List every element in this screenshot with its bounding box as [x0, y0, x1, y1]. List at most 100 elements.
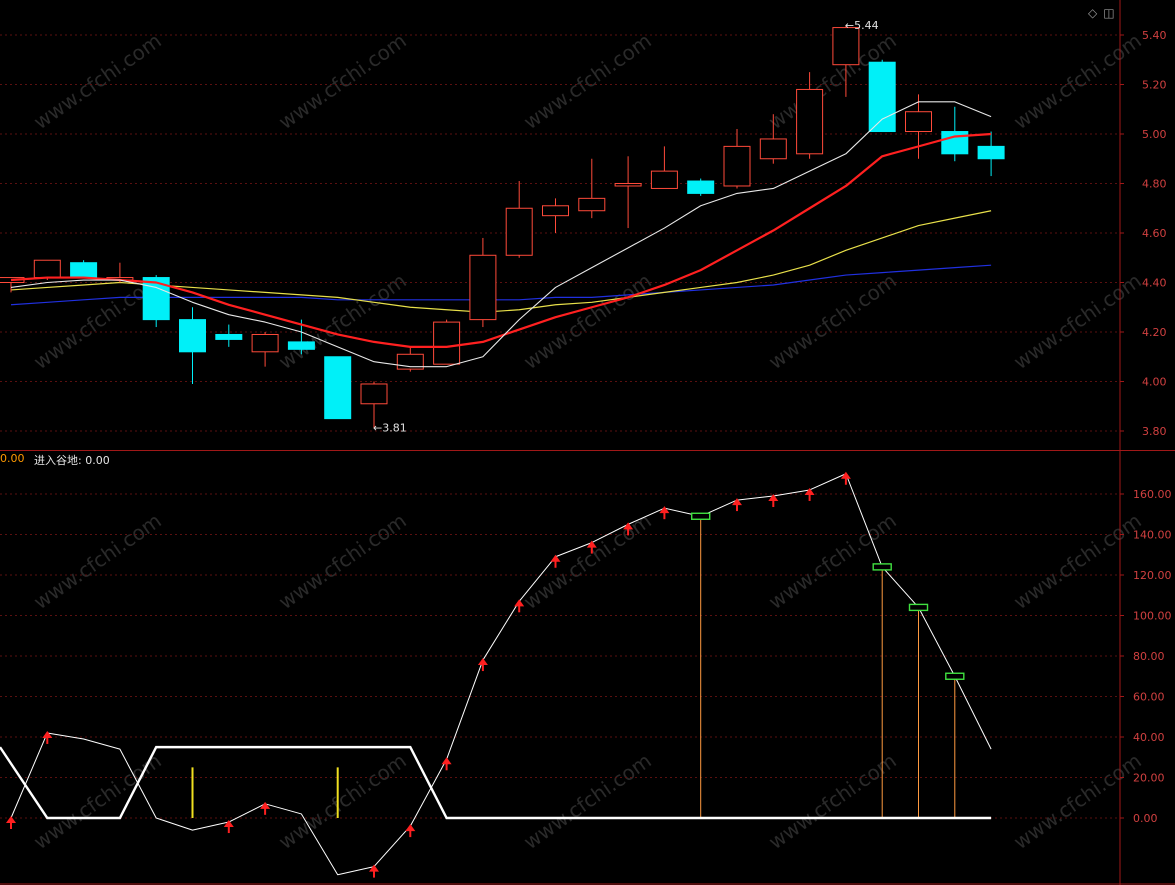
- indicator-tick-label: 60.00: [1133, 691, 1165, 704]
- candle-body-up: [360, 383, 388, 405]
- candle-body-up: [614, 183, 642, 187]
- watermark-text: www.cfchi.com: [29, 508, 166, 614]
- candle-body-up: [433, 321, 461, 365]
- signal-box: [872, 563, 892, 571]
- candle-body-up: [650, 170, 678, 189]
- watermark-text: www.cfchi.com: [1009, 748, 1146, 854]
- indicator-tick-label: 160.00: [1133, 488, 1172, 501]
- watermark-text: www.cfchi.com: [274, 28, 411, 134]
- watermark-text: www.cfchi.com: [519, 508, 656, 614]
- watermark-text: www.cfchi.com: [519, 268, 656, 374]
- watermark-text: www.cfchi.com: [29, 28, 166, 134]
- candle: [977, 131, 1005, 177]
- candle-body-up: [832, 27, 860, 66]
- diamond-icon[interactable]: ◇: [1088, 6, 1097, 20]
- chart-frame: [0, 0, 1175, 885]
- watermark-text: www.cfchi.com: [274, 748, 411, 854]
- candle-body-down: [687, 180, 715, 194]
- candle-body-down: [287, 341, 315, 350]
- indicator-name-label: 进入谷地: 0.00: [34, 454, 110, 467]
- up-arrow-head: [441, 757, 452, 765]
- signal-box: [945, 672, 965, 680]
- candle: [215, 324, 243, 347]
- candle-body-up: [505, 207, 533, 256]
- indicator-main-line: [10, 473, 992, 876]
- price-tick-label: 4.00: [1142, 376, 1167, 389]
- signal-box: [908, 603, 929, 612]
- watermark-text: www.cfchi.com: [274, 508, 411, 614]
- up-arrow-icon: [6, 816, 16, 829]
- up-arrow-icon: [804, 487, 815, 501]
- candle: [396, 346, 424, 372]
- candle-body-up: [759, 138, 787, 160]
- indicator-tick-label: 40.00: [1133, 731, 1165, 744]
- candle: [469, 237, 497, 328]
- watermark-text: www.cfchi.com: [1009, 28, 1146, 134]
- candle-body-down: [215, 333, 243, 340]
- price-tick-label: 5.20: [1142, 79, 1167, 92]
- up-arrow-icon: [369, 864, 379, 878]
- price-tick-label: 4.40: [1142, 277, 1167, 290]
- price-tick-label: 3.80: [1142, 425, 1167, 438]
- up-arrow-head: [405, 824, 416, 832]
- settings-square-icon[interactable]: ◫: [1103, 6, 1114, 20]
- candle-body-down: [179, 319, 206, 353]
- signal-box: [691, 512, 711, 520]
- indicator-tick-label: 20.00: [1133, 772, 1165, 785]
- candle: [251, 332, 279, 367]
- up-arrow-head: [223, 820, 234, 828]
- indicator-tick-label: 80.00: [1133, 650, 1165, 663]
- corner-controls: ◇ ◫: [1088, 6, 1121, 20]
- candle: [687, 178, 715, 196]
- up-arrow-icon: [659, 506, 670, 520]
- up-arrow-icon: [441, 757, 452, 771]
- candle: [542, 198, 569, 233]
- candle: [505, 181, 533, 258]
- candle-body-up: [723, 145, 751, 187]
- candle: [578, 158, 606, 219]
- candle-body-up: [905, 111, 932, 133]
- candle-body-down: [70, 262, 98, 279]
- watermark-text: www.cfchi.com: [519, 28, 656, 134]
- indicator-tick-label: 100.00: [1133, 610, 1172, 623]
- indicator-prefix-value: 0.00: [0, 452, 25, 465]
- candle-body-up: [33, 259, 61, 279]
- candle-body-down: [977, 145, 1005, 160]
- up-arrow-head: [42, 730, 53, 738]
- price-tick-label: 5.40: [1142, 29, 1167, 42]
- price-annotation: ←5.44: [845, 19, 879, 32]
- watermark-text: www.cfchi.com: [764, 268, 901, 374]
- price-tick-label: 4.20: [1142, 326, 1167, 339]
- candle-body-up: [469, 254, 497, 321]
- up-arrow-icon: [405, 824, 416, 838]
- indicator-tick-label: 140.00: [1133, 529, 1172, 542]
- candle-body-up: [251, 333, 279, 353]
- candle: [433, 319, 461, 365]
- candle-body-down: [324, 356, 352, 420]
- up-arrow-head: [369, 864, 379, 872]
- candle: [614, 156, 642, 229]
- candle: [723, 129, 751, 189]
- candle-body-down: [868, 61, 896, 133]
- price-annotation: ←3.81: [373, 422, 407, 435]
- candle-body-up: [542, 205, 569, 217]
- candle: [70, 260, 98, 279]
- candle: [941, 106, 969, 162]
- watermark-text: www.cfchi.com: [29, 748, 166, 854]
- watermark-text: www.cfchi.com: [764, 748, 901, 854]
- chart-canvas: www.cfchi.com www.cfchi.com www.cfchi.com w…: [0, 0, 1175, 885]
- up-arrow-head: [6, 816, 16, 823]
- candle: [179, 307, 206, 384]
- up-arrow-head: [477, 658, 488, 666]
- watermark-text: www.cfchi.com: [519, 748, 656, 854]
- candle: [650, 146, 678, 189]
- watermark-text: www.cfchi.com: [1009, 508, 1146, 614]
- price-tick-label: 4.80: [1142, 178, 1167, 191]
- y-axis: 5.40 5.20 5.00 4.80 4.60 4.40 4.20 4.00 3.80 160.…: [1120, 29, 1172, 825]
- price-tick-label: 5.00: [1142, 128, 1167, 141]
- indicator-tick-label: 0.00: [1133, 812, 1158, 825]
- price-panel[interactable]: ←5.44 ←3.81: [0, 19, 1005, 435]
- up-arrow-icon: [260, 801, 271, 815]
- candle-body-up: [578, 197, 606, 212]
- watermark-text: www.cfchi.com: [1009, 268, 1146, 374]
